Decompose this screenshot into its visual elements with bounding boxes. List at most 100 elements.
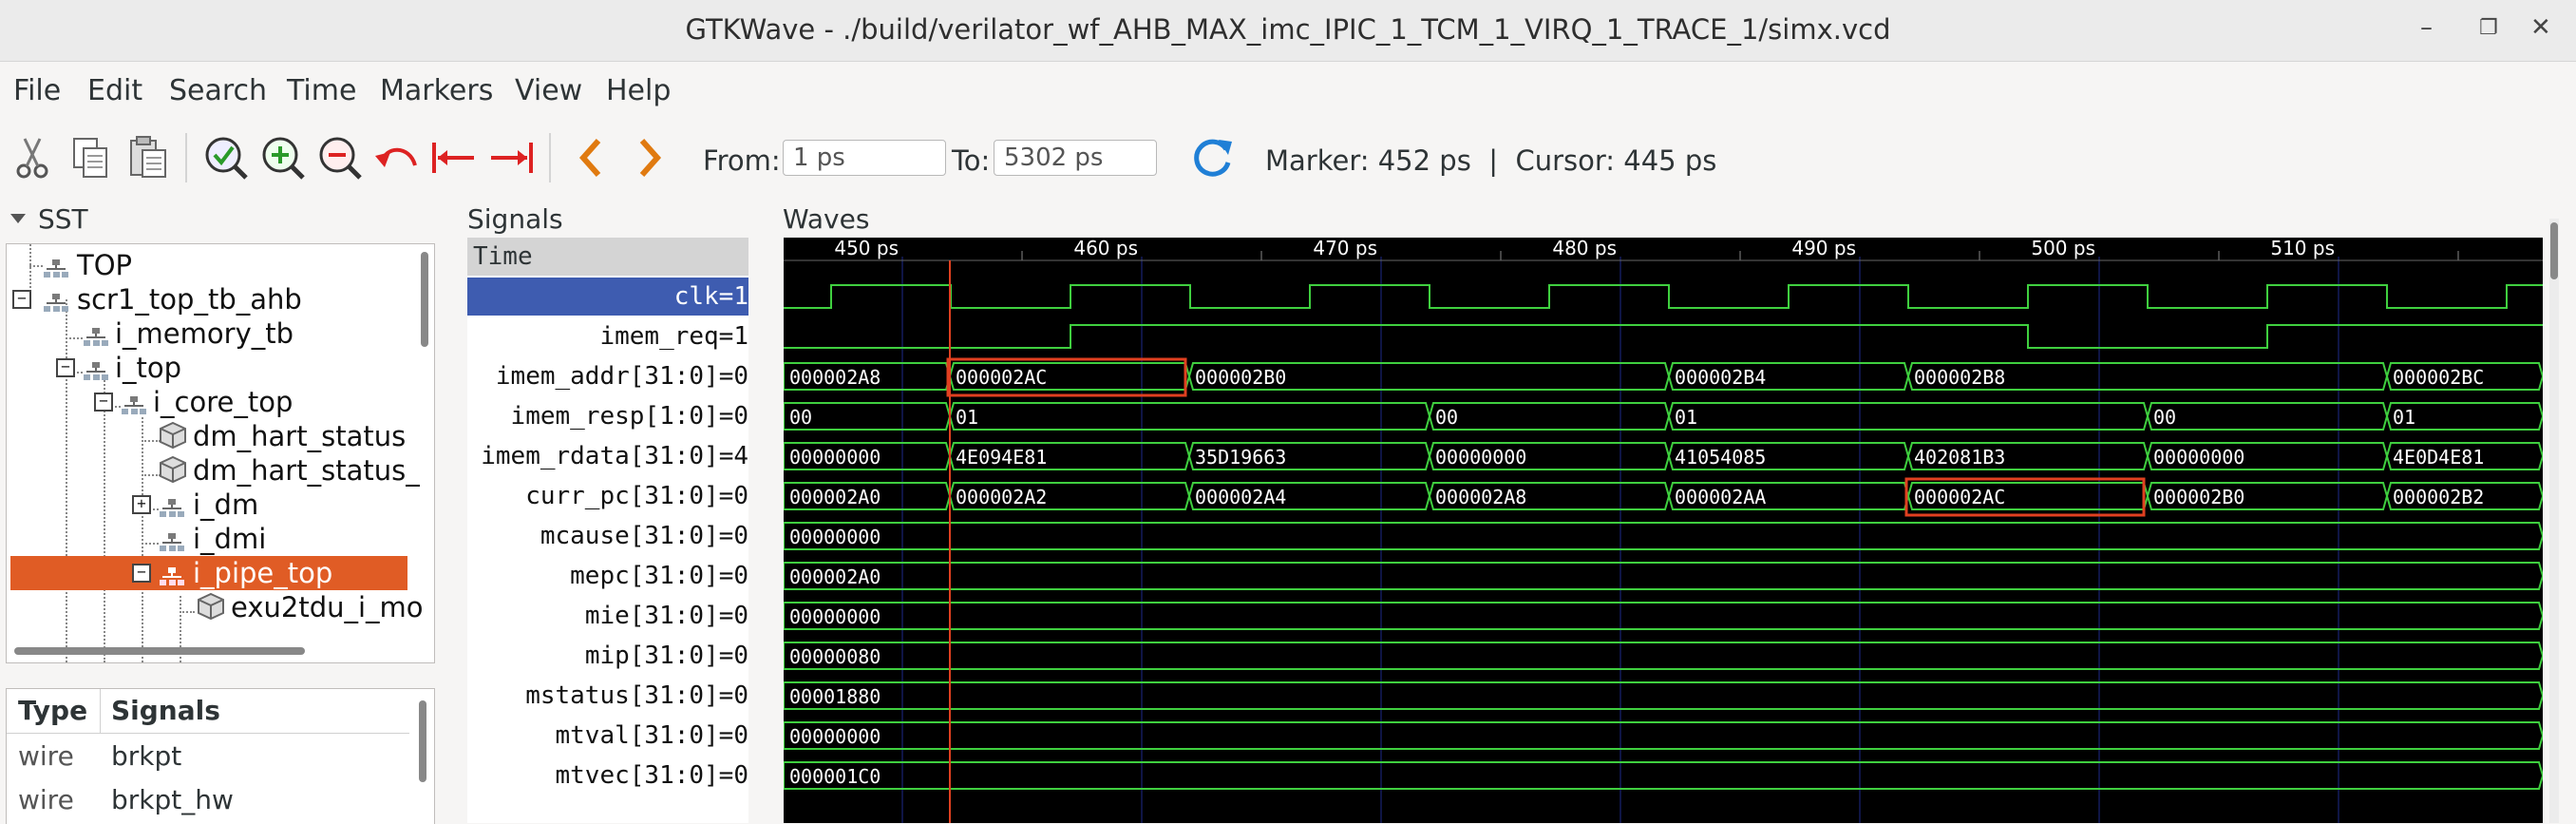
signal-row-mepc[interactable]: mepc[31:0]=0 xyxy=(467,557,748,595)
signal-row-imem-addr[interactable]: imem_addr[31:0]=0 xyxy=(467,357,748,395)
hierarchy-icon xyxy=(159,562,185,594)
tree-item-exu2tdu[interactable]: exu2tdu_i_mo xyxy=(7,590,434,624)
signal-row-mie[interactable]: mie[31:0]=0 xyxy=(467,597,748,635)
from-label: From: xyxy=(703,144,781,177)
bus-value-label: 00 xyxy=(789,406,812,429)
tree-item-label: i_memory_tb xyxy=(115,317,294,350)
bus-segment xyxy=(784,681,2543,710)
tree-item-label: i_dmi xyxy=(193,523,267,555)
signal-row-imem-rdata[interactable]: imem_rdata[31:0]=4 xyxy=(467,437,748,475)
bus-value-label: 000002B0 xyxy=(1195,366,1286,389)
menu-search[interactable]: Search xyxy=(169,74,267,107)
bus-value-label: 00 xyxy=(1435,406,1458,429)
zoom-in-icon[interactable] xyxy=(258,129,308,186)
tree-item-i-dmi[interactable]: i_dmi xyxy=(7,522,434,556)
bus-value-label: 000002B8 xyxy=(1914,366,2005,389)
bus-value-label: 4E094E81 xyxy=(956,446,1047,469)
tree-item-label: i_core_top xyxy=(153,386,294,418)
menu-edit[interactable]: Edit xyxy=(87,74,142,107)
signal-row-clk[interactable]: clk=1 xyxy=(467,278,748,316)
signal-row-curr-pc[interactable]: curr_pc[31:0]=0 xyxy=(467,477,748,515)
tree-item-dm-hart-status-2[interactable]: dm_hart_status_ xyxy=(7,453,434,488)
paste-icon[interactable] xyxy=(123,129,173,186)
tree-item-i-pipe-top[interactable]: − i_pipe_top xyxy=(10,556,407,590)
signal-row-imem-resp[interactable]: imem_resp[1:0]=0 xyxy=(467,397,748,435)
tree-item-scr1-top-tb-ahb[interactable]: − scr1_top_tb_ahb xyxy=(7,282,434,316)
waveform-view[interactable]: 450 ps 460 ps 470 ps 480 ps 490 ps 500 ps 510 … xyxy=(784,238,2543,823)
sst-expander-icon[interactable] xyxy=(9,210,27,231)
tree-vertical-scrollbar[interactable] xyxy=(421,252,428,347)
bus-value-label: 000002A8 xyxy=(789,366,881,389)
collapse-icon[interactable]: − xyxy=(12,290,31,309)
tree-item-top[interactable]: TOP xyxy=(7,248,434,282)
reload-icon[interactable] xyxy=(1187,129,1237,186)
menu-time[interactable]: Time xyxy=(287,74,356,107)
zoom-end-icon[interactable] xyxy=(486,129,536,186)
bus-value-label: 000002B4 xyxy=(1675,366,1766,389)
window-title: GTKWave - ./build/verilator_wf_AHB_MAX_i… xyxy=(685,13,1891,46)
hierarchy-icon xyxy=(159,493,185,526)
next-edge-icon[interactable] xyxy=(625,129,674,186)
toolbar-separator xyxy=(549,133,551,182)
from-input[interactable]: 1 ps xyxy=(783,140,946,176)
collapse-icon[interactable]: − xyxy=(132,564,151,583)
time-tick-label: 460 ps xyxy=(1073,238,1138,259)
struct-icon xyxy=(159,421,187,456)
signal-row-imem-req[interactable]: imem_req=1 xyxy=(467,317,748,355)
tree-item-i-core-top[interactable]: − i_core_top xyxy=(7,385,434,419)
bus-value-label: 41054085 xyxy=(1675,446,1766,469)
signals-column-header[interactable]: Signals xyxy=(111,695,220,726)
cut-icon[interactable] xyxy=(8,129,57,186)
collapse-icon[interactable]: − xyxy=(56,358,75,377)
tree-item-dm-hart-status[interactable]: dm_hart_status xyxy=(7,419,434,453)
close-button[interactable]: ✕ xyxy=(2530,13,2551,42)
toolbar-separator xyxy=(185,133,187,182)
hierarchy-icon xyxy=(43,254,69,286)
tree-item-label: i_top xyxy=(115,352,182,384)
menu-markers[interactable]: Markers xyxy=(380,74,493,107)
bus-value-label: 000002A4 xyxy=(1195,486,1286,508)
signal-row-mstatus[interactable]: mstatus[31:0]=0 xyxy=(467,677,748,715)
tree-item-i-top[interactable]: − i_top xyxy=(7,351,434,385)
type-column-header[interactable]: Type xyxy=(18,695,87,726)
signal-list-row[interactable]: wire brkpt_hw xyxy=(7,778,409,822)
expand-icon[interactable]: + xyxy=(132,495,151,514)
signal-row-mtval[interactable]: mtval[31:0]=0 xyxy=(467,717,749,755)
bus-value-label: 000002B0 xyxy=(2153,486,2245,508)
zoom-start-icon[interactable] xyxy=(429,129,479,186)
menu-file[interactable]: File xyxy=(13,74,61,107)
struct-icon xyxy=(197,592,225,627)
zoom-out-icon[interactable] xyxy=(315,129,365,186)
menu-help[interactable]: Help xyxy=(606,74,671,107)
signal-row-mip[interactable]: mip[31:0]=0 xyxy=(467,637,748,675)
bus-value-label: 00000000 xyxy=(789,526,881,548)
waves-vertical-scrollbar[interactable] xyxy=(2550,222,2558,279)
tree-item-i-memory-tb[interactable]: i_memory_tb xyxy=(7,316,434,351)
minimize-button[interactable]: – xyxy=(2420,13,2433,42)
zoom-fit-icon[interactable] xyxy=(201,129,251,186)
copy-icon[interactable] xyxy=(66,129,116,186)
signals-title: Signals xyxy=(467,203,563,235)
bus-value-label: 00000000 xyxy=(1435,446,1526,469)
bus-value-label: 402081B3 xyxy=(1914,446,2005,469)
hierarchy-icon xyxy=(159,527,185,560)
to-label: To: xyxy=(952,144,991,177)
prev-edge-icon[interactable] xyxy=(566,129,616,186)
tree-item-i-dm[interactable]: + i_dm xyxy=(7,488,434,522)
bus-value-label: 00000080 xyxy=(789,645,881,668)
collapse-icon[interactable]: − xyxy=(94,393,113,412)
bus-segment xyxy=(2146,402,2389,431)
signal-list-scrollbar[interactable] xyxy=(419,700,426,782)
signal-row-mcause[interactable]: mcause[31:0]=0 xyxy=(467,517,748,555)
to-input[interactable]: 5302 ps xyxy=(994,140,1157,176)
time-tick-label: 510 ps xyxy=(2270,238,2335,259)
signal-list-row[interactable]: wire brkpt xyxy=(7,735,409,778)
restore-button[interactable]: ❐ xyxy=(2479,16,2498,40)
signal-row-mtvec[interactable]: mtvec[31:0]=0 xyxy=(467,757,749,795)
tree-horizontal-scrollbar[interactable] xyxy=(14,647,305,655)
undo-zoom-icon[interactable] xyxy=(372,129,422,186)
bus-segment xyxy=(948,402,1431,431)
bus-value-label: 000002AC xyxy=(1914,486,2005,508)
menu-view[interactable]: View xyxy=(515,74,582,107)
marker-cursor-status: Marker: 452 ps | Cursor: 445 ps xyxy=(1265,144,1717,177)
